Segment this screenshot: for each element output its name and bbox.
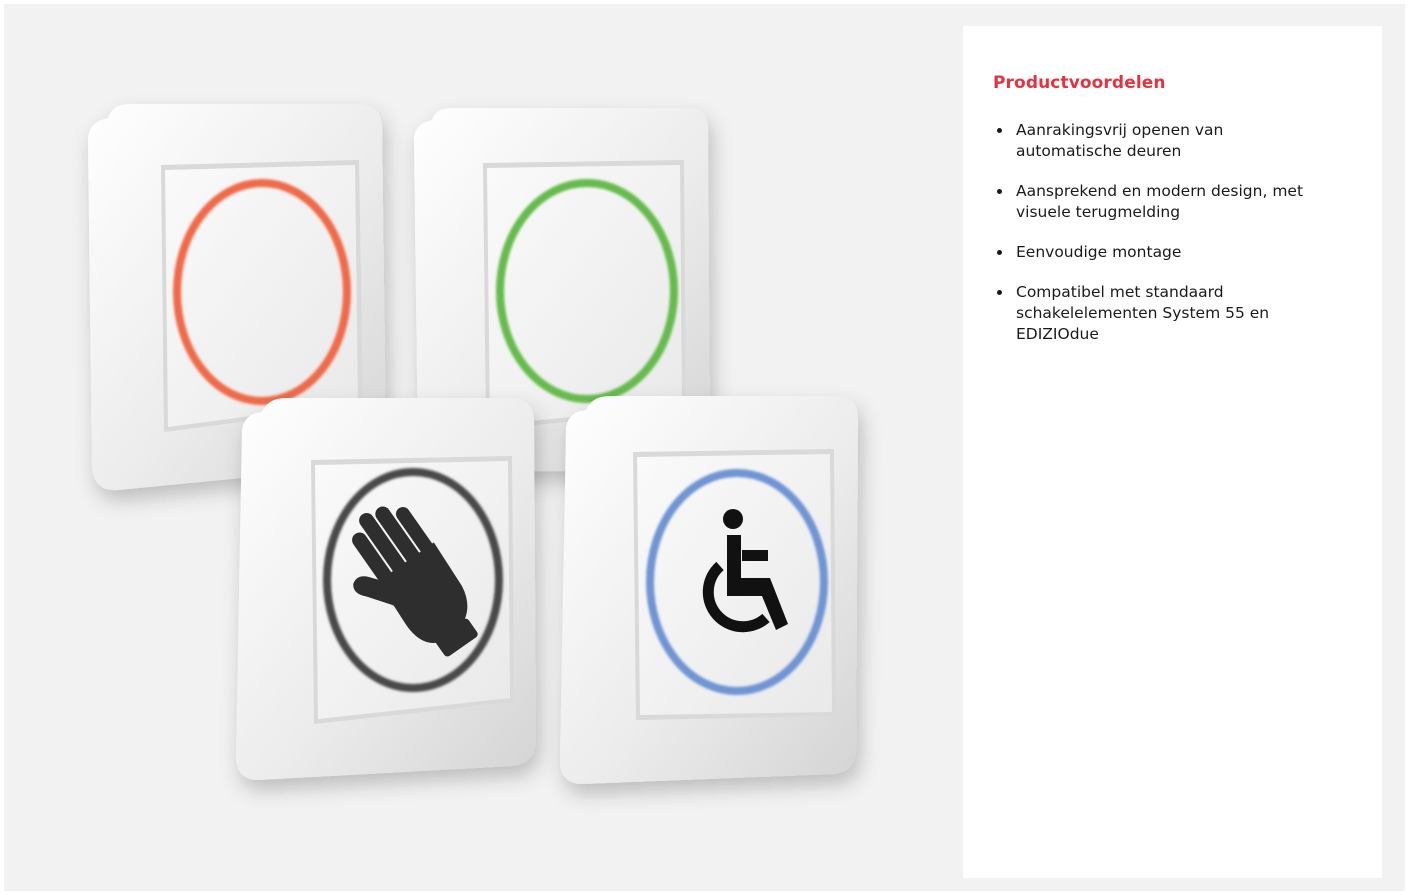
bullet-icon [997,128,1002,133]
bullet-icon [997,250,1002,255]
bullet-icon [997,290,1002,295]
hand-switch [236,398,536,780]
product-image [88,104,858,784]
list-item: Aansprekend en modern design, met visuel… [997,181,1327,223]
panel-title: Productvoordelen [993,73,1166,93]
benefit-text: Eenvoudige montage [1016,243,1182,261]
benefit-text: Aanrakingsvrij openen van automatische d… [1016,121,1224,160]
benefit-text: Aansprekend en modern design, met visuel… [1016,182,1304,221]
bullet-icon [997,189,1002,194]
list-item: Aanrakingsvrij openen van automatische d… [997,120,1327,162]
benefit-text: Compatibel met standaard schakelelemente… [1016,283,1270,343]
benefits-list: Aanrakingsvrij openen van automatische d… [997,120,1327,364]
wheelchair-switch [560,396,858,784]
list-item: Compatibel met standaard schakelelemente… [997,282,1327,345]
product-benefits-panel: Productvoordelen Aanrakingsvrij openen v… [963,26,1382,878]
list-item: Eenvoudige montage [997,242,1327,263]
